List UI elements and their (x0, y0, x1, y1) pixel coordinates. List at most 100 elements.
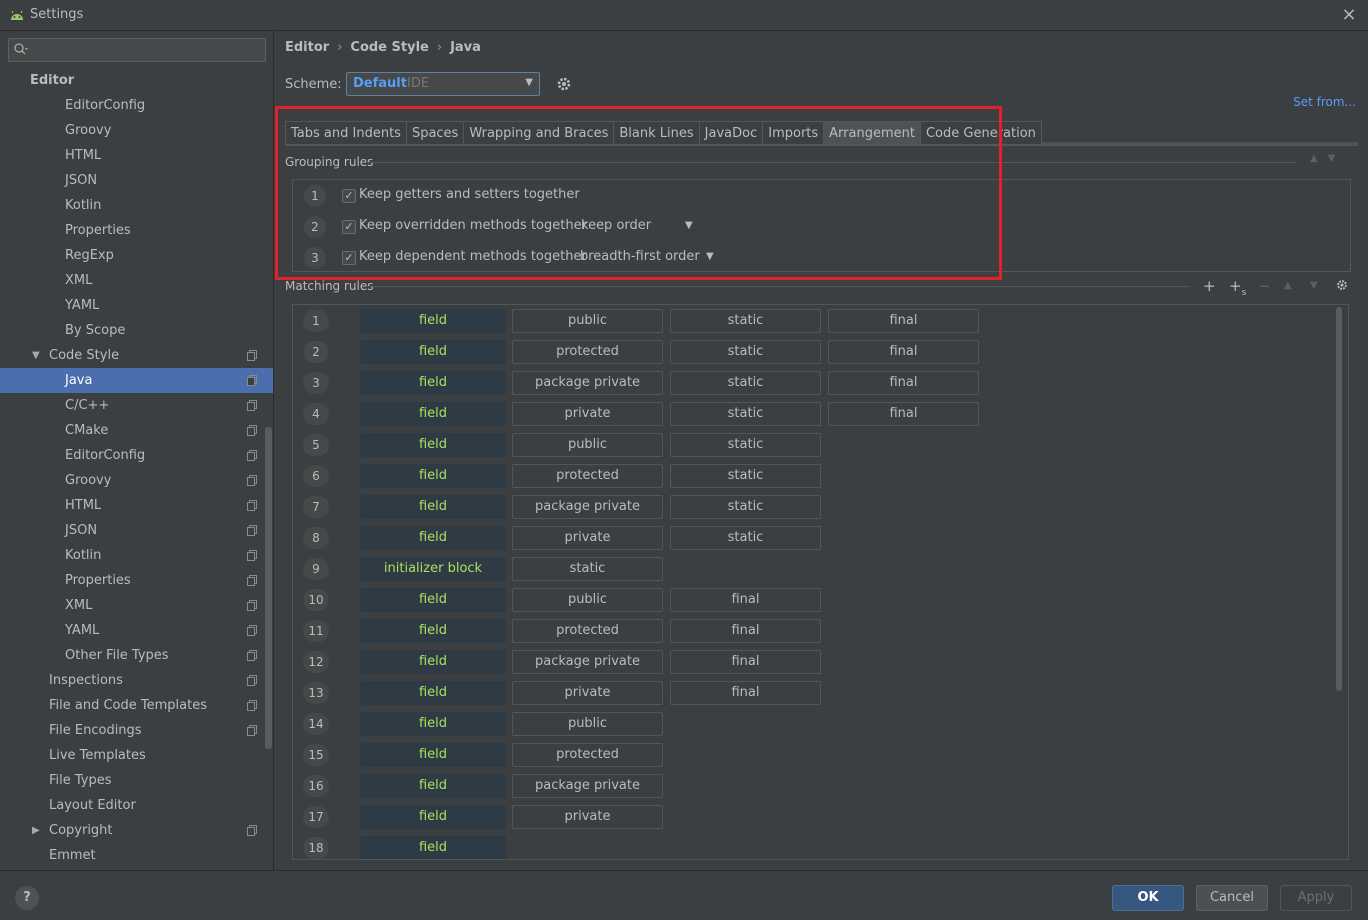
matching-rule-row[interactable]: 8 field private static (293, 523, 1348, 554)
breadcrumb-item: Editor (285, 40, 330, 55)
sidebar-item[interactable]: Live Templates (0, 743, 273, 768)
matching-rule-row[interactable]: 10 field public final (293, 585, 1348, 616)
gear-icon[interactable] (555, 75, 573, 93)
chevron-down-icon[interactable]: ▼ (32, 343, 40, 368)
rule-number: 6 (303, 465, 329, 487)
search-input[interactable] (8, 38, 266, 62)
close-icon[interactable]: × (1338, 4, 1360, 26)
help-button[interactable]: ? (15, 886, 39, 910)
rule-modifier-token: static (670, 371, 821, 395)
sidebar-item[interactable]: JSON (0, 518, 273, 543)
sidebar-item-label: Copyright (49, 823, 113, 838)
sidebar-item[interactable]: Other File Types (0, 643, 273, 668)
title-bar: Settings × (0, 0, 1368, 31)
sidebar-item[interactable]: YAML (0, 618, 273, 643)
rule-number: 3 (303, 372, 329, 394)
sidebar-item[interactable]: JSON (0, 168, 273, 193)
matching-rule-row[interactable]: 16 field package private (293, 771, 1348, 802)
rule-kind-token: field (360, 743, 506, 767)
ok-button[interactable]: OK (1112, 885, 1184, 911)
rule-number: 15 (303, 744, 329, 766)
sidebar-item[interactable]: XML (0, 268, 273, 293)
sidebar-item[interactable]: Kotlin (0, 543, 273, 568)
sidebar-item[interactable]: File and Code Templates (0, 693, 273, 718)
matching-rules-title: Matching rules (285, 279, 374, 293)
sidebar-item[interactable]: HTML (0, 143, 273, 168)
sidebar-item-label: C/C++ (65, 398, 110, 413)
sidebar-item-label: EditorConfig (65, 98, 146, 113)
sidebar-item[interactable]: By Scope (0, 318, 273, 343)
matching-rule-row[interactable]: 1 field public static final (293, 306, 1348, 337)
sidebar-item[interactable]: Properties (0, 568, 273, 593)
scheme-kind: IDE (407, 76, 430, 91)
rule-modifier-token: static (670, 464, 821, 488)
sidebar-item[interactable]: Kotlin (0, 193, 273, 218)
sidebar-item[interactable]: File Types (0, 768, 273, 793)
add-section-icon[interactable]: +s (1229, 277, 1246, 298)
rule-modifier-token: final (828, 309, 979, 333)
sidebar-item[interactable]: File Encodings (0, 718, 273, 743)
sidebar-item[interactable]: C/C++ (0, 393, 273, 418)
sidebar-item-label: JSON (65, 173, 98, 188)
sidebar-item-label: Layout Editor (49, 798, 136, 813)
sidebar-scrollbar[interactable] (265, 427, 272, 749)
remove-icon[interactable]: − (1258, 277, 1271, 295)
matching-rule-row[interactable]: 13 field private final (293, 678, 1348, 709)
sidebar-item[interactable]: Editor (0, 68, 273, 93)
rule-kind-token: field (360, 340, 506, 364)
matching-rule-row[interactable]: 11 field protected final (293, 616, 1348, 647)
rule-number: 17 (303, 806, 329, 828)
sidebar-item[interactable]: YAML (0, 293, 273, 318)
matching-rule-row[interactable]: 7 field package private static (293, 492, 1348, 523)
scheme-label: Scheme: (285, 77, 342, 92)
project-settings-icon (247, 525, 257, 536)
sidebar-item[interactable]: ▼ Code Style (0, 343, 273, 368)
window-title: Settings (30, 7, 84, 22)
sidebar-item[interactable]: ▶ Copyright (0, 818, 273, 843)
sidebar-item[interactable]: HTML (0, 493, 273, 518)
sidebar-item[interactable]: Java (0, 368, 273, 393)
rule-modifier-token: final (670, 619, 821, 643)
matching-rule-row[interactable]: 4 field private static final (293, 399, 1348, 430)
matching-rule-row[interactable]: 6 field protected static (293, 461, 1348, 492)
rule-modifier-token: package private (512, 774, 663, 798)
sidebar-item-label: HTML (65, 148, 102, 163)
sidebar-item[interactable]: Groovy (0, 118, 273, 143)
set-from-link[interactable]: Set from... (1293, 95, 1356, 109)
sidebar-item[interactable]: Emmet (0, 843, 273, 868)
chevron-right-icon[interactable]: ▶ (32, 818, 40, 843)
sidebar-item[interactable]: RegExp (0, 243, 273, 268)
cancel-button[interactable]: Cancel (1196, 885, 1268, 911)
move-up-icon[interactable]: ▲ (1284, 280, 1292, 291)
sidebar-item[interactable]: Inspections (0, 668, 273, 693)
matching-rule-row[interactable]: 15 field protected (293, 740, 1348, 771)
sidebar-item[interactable]: Layout Editor (0, 793, 273, 818)
settings-content: Editor › Code Style › Java Scheme: Default I… (275, 31, 1368, 870)
apply-button[interactable]: Apply (1280, 885, 1352, 911)
matching-rule-row[interactable]: 12 field package private final (293, 647, 1348, 678)
matching-rule-row[interactable]: 17 field private (293, 802, 1348, 833)
project-settings-icon (247, 350, 257, 361)
sidebar-item[interactable]: EditorConfig (0, 443, 273, 468)
sidebar-item[interactable]: CMake (0, 418, 273, 443)
matching-rule-row[interactable]: 3 field package private static final (293, 368, 1348, 399)
add-icon[interactable]: + (1203, 277, 1216, 295)
gear-icon[interactable] (1335, 278, 1349, 292)
sidebar-item[interactable]: XML (0, 593, 273, 618)
project-settings-icon (247, 675, 257, 686)
matching-rule-row[interactable]: 14 field public (293, 709, 1348, 740)
matching-rule-row[interactable]: 9 initializer block static (293, 554, 1348, 585)
sidebar-item[interactable]: EditorConfig (0, 93, 273, 118)
matching-rule-row[interactable]: 2 field protected static final (293, 337, 1348, 368)
sidebar-item[interactable]: Groovy (0, 468, 273, 493)
matching-rule-row[interactable]: 18 field (293, 833, 1348, 859)
rule-modifier-token: static (670, 495, 821, 519)
sidebar-item-label: XML (65, 598, 93, 613)
matching-rule-row[interactable]: 5 field public static (293, 430, 1348, 461)
scheme-dropdown[interactable]: Default IDE ▼ (346, 72, 540, 96)
sidebar-item[interactable]: Properties (0, 218, 273, 243)
move-down-icon[interactable]: ▼ (1310, 280, 1318, 291)
rule-modifier-token: static (512, 557, 663, 581)
sidebar-item-label: HTML (65, 498, 102, 513)
rule-number: 5 (303, 434, 329, 456)
